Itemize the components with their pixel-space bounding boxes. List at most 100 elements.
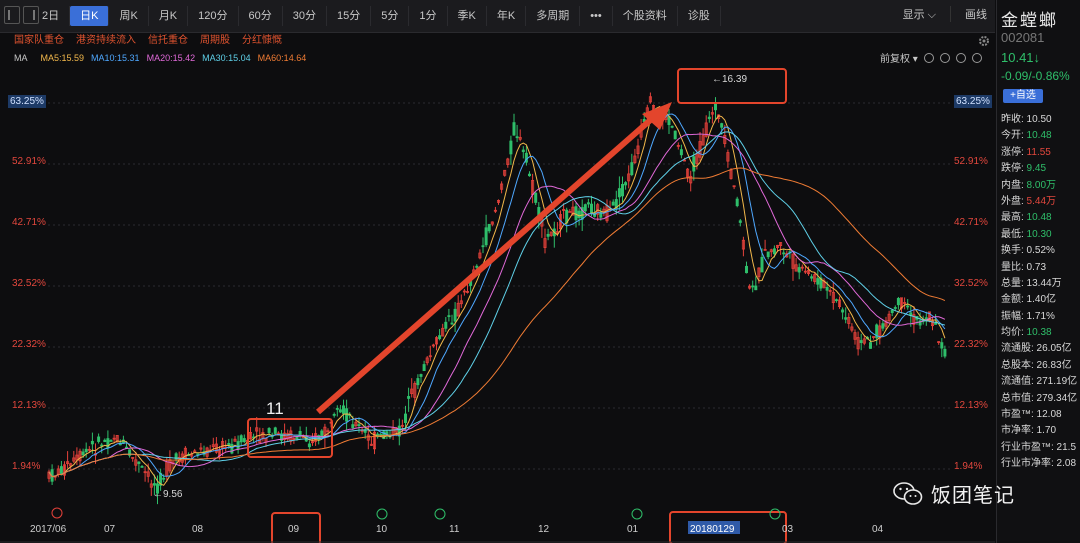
concept-badge[interactable]: 国家队重仓 — [14, 32, 64, 50]
stat-row: 昨收: 10.50 — [1001, 112, 1077, 128]
candle-body — [103, 439, 107, 443]
candle-body — [940, 342, 944, 349]
stat-label: 总市值: — [1001, 392, 1034, 404]
event-marker-icon — [376, 508, 388, 520]
candle-body — [869, 342, 873, 349]
watermark-text: 饭团笔记 — [931, 485, 1015, 507]
tab-period[interactable]: 1分 — [409, 6, 448, 26]
candle-body — [447, 315, 451, 318]
candle-body — [484, 227, 488, 246]
tab-period[interactable]: 30分 — [283, 6, 328, 26]
candle-body — [236, 441, 240, 450]
stat-value: 0.52% — [1023, 245, 1055, 257]
event-marker-icon — [434, 508, 446, 520]
tab-period[interactable]: 周K — [109, 6, 149, 26]
add-watchlist-button[interactable]: +自选 — [1003, 89, 1043, 103]
candle-body — [906, 305, 910, 308]
candle-body — [943, 348, 947, 357]
stat-row: 振幅: 1.71% — [1001, 309, 1077, 325]
percent-tick-left: 22.32% — [12, 339, 46, 350]
tab-period[interactable]: 日K — [70, 6, 110, 26]
ma60-line — [48, 167, 946, 478]
chevron-down-icon: ⌵ — [927, 9, 936, 21]
trend-arrow-shaft — [316, 113, 657, 415]
candle-body — [586, 202, 590, 205]
candle-body — [307, 443, 311, 448]
tab-period[interactable]: 2日 — [32, 6, 71, 26]
stat-value: 26.83亿 — [1033, 359, 1072, 371]
ma-value: MA30:15.04 — [202, 53, 251, 63]
stat-row: 最高: 10.48 — [1001, 210, 1077, 226]
tab-period[interactable]: 120分 — [188, 6, 239, 26]
ma-value: MA60:14.64 — [257, 53, 307, 63]
concept-badge[interactable]: 周期股 — [200, 32, 230, 50]
ma30-line — [48, 131, 946, 478]
stat-row: 总量: 13.44万 — [1001, 276, 1077, 292]
percent-tick-right: 1.94% — [954, 461, 983, 472]
percent-tick-left: 12.13% — [12, 400, 46, 411]
tab-period[interactable]: 60分 — [239, 6, 283, 26]
wechat-icon — [893, 481, 923, 505]
candle-body — [611, 201, 615, 206]
candle-body — [90, 440, 94, 445]
tab-period[interactable]: 季K — [448, 6, 487, 26]
stat-value: 12.08 — [1033, 409, 1062, 421]
stat-label: 今开: — [1001, 130, 1024, 142]
candle-body — [890, 309, 894, 314]
gear-icon[interactable] — [978, 35, 990, 47]
ma-value: MA10:15.31 — [91, 53, 140, 63]
candle-body — [419, 374, 423, 377]
candle-body — [152, 483, 156, 486]
stat-row: 流通股: 26.05亿 — [1001, 341, 1077, 357]
stat-row: 跌停: 9.45 — [1001, 161, 1077, 177]
concept-badge[interactable]: 信托重仓 — [148, 32, 188, 50]
concept-badge[interactable]: 港资持续流入 — [76, 32, 136, 50]
stat-value: 8.00万 — [1023, 179, 1057, 191]
tab-period[interactable]: 个股资料 — [613, 6, 678, 26]
close-icon[interactable] — [971, 52, 982, 63]
settings-icon[interactable] — [955, 52, 966, 63]
event-marker-icon — [769, 508, 781, 520]
percent-tick-left: 32.52% — [12, 278, 46, 289]
tab-period[interactable]: 15分 — [327, 6, 372, 26]
candlestick-chart[interactable]: ←16.39 ←9.56 11 2017/06 07 08 09 10 11 12 01 201801… — [0, 66, 995, 543]
candle-body — [707, 116, 711, 120]
candle-body — [844, 317, 848, 320]
plus-icon[interactable] — [939, 52, 950, 63]
tab-period[interactable]: 诊股 — [678, 6, 721, 26]
low-price-label: ←9.56 — [153, 489, 183, 500]
stat-value: 279.34亿 — [1033, 392, 1078, 404]
stat-label: 市盈™: — [1001, 409, 1034, 421]
concept-badge[interactable]: 分红慷慨 — [242, 32, 282, 50]
x-axis-label: 09 — [288, 524, 300, 535]
draw-line-button[interactable]: 画线 — [965, 6, 987, 22]
percent-tick-right: 42.71% — [954, 217, 988, 228]
stat-value: 1.40亿 — [1023, 294, 1057, 306]
stat-row: 总股本: 26.83亿 — [1001, 358, 1077, 374]
ma20-line — [48, 133, 946, 478]
candle-body — [59, 466, 63, 476]
candle-body — [242, 438, 246, 443]
candle-body — [577, 210, 581, 218]
adjust-mode-select[interactable]: 前复权 ▾ — [880, 50, 918, 65]
x-axis-label: 2017/06 — [30, 524, 67, 535]
candle-body — [267, 428, 271, 433]
tab-period[interactable]: 多周期 — [526, 6, 581, 26]
stat-label: 内盘: — [1001, 179, 1024, 191]
minus-icon[interactable] — [923, 52, 934, 63]
candle-body — [335, 408, 339, 410]
stat-label: 金额: — [1001, 294, 1024, 306]
stat-row: 市盈™: 12.08 — [1001, 407, 1077, 423]
stat-label: 均价: — [1001, 327, 1024, 339]
stat-label: 流通股: — [1001, 343, 1034, 355]
sidebar-toggle-icon[interactable] — [4, 6, 20, 24]
candle-body — [720, 123, 724, 128]
tab-period[interactable]: 月K — [149, 6, 189, 26]
stat-value: 9.45 — [1023, 163, 1047, 175]
display-menu[interactable]: 显示 ⌵ — [903, 6, 936, 22]
tab-period[interactable]: 5分 — [371, 6, 410, 26]
tab-period[interactable]: 年K — [487, 6, 527, 26]
tab-period[interactable]: ••• — [580, 6, 613, 26]
ma10-line — [48, 113, 946, 478]
percent-tick-left: 1.94% — [12, 461, 41, 472]
